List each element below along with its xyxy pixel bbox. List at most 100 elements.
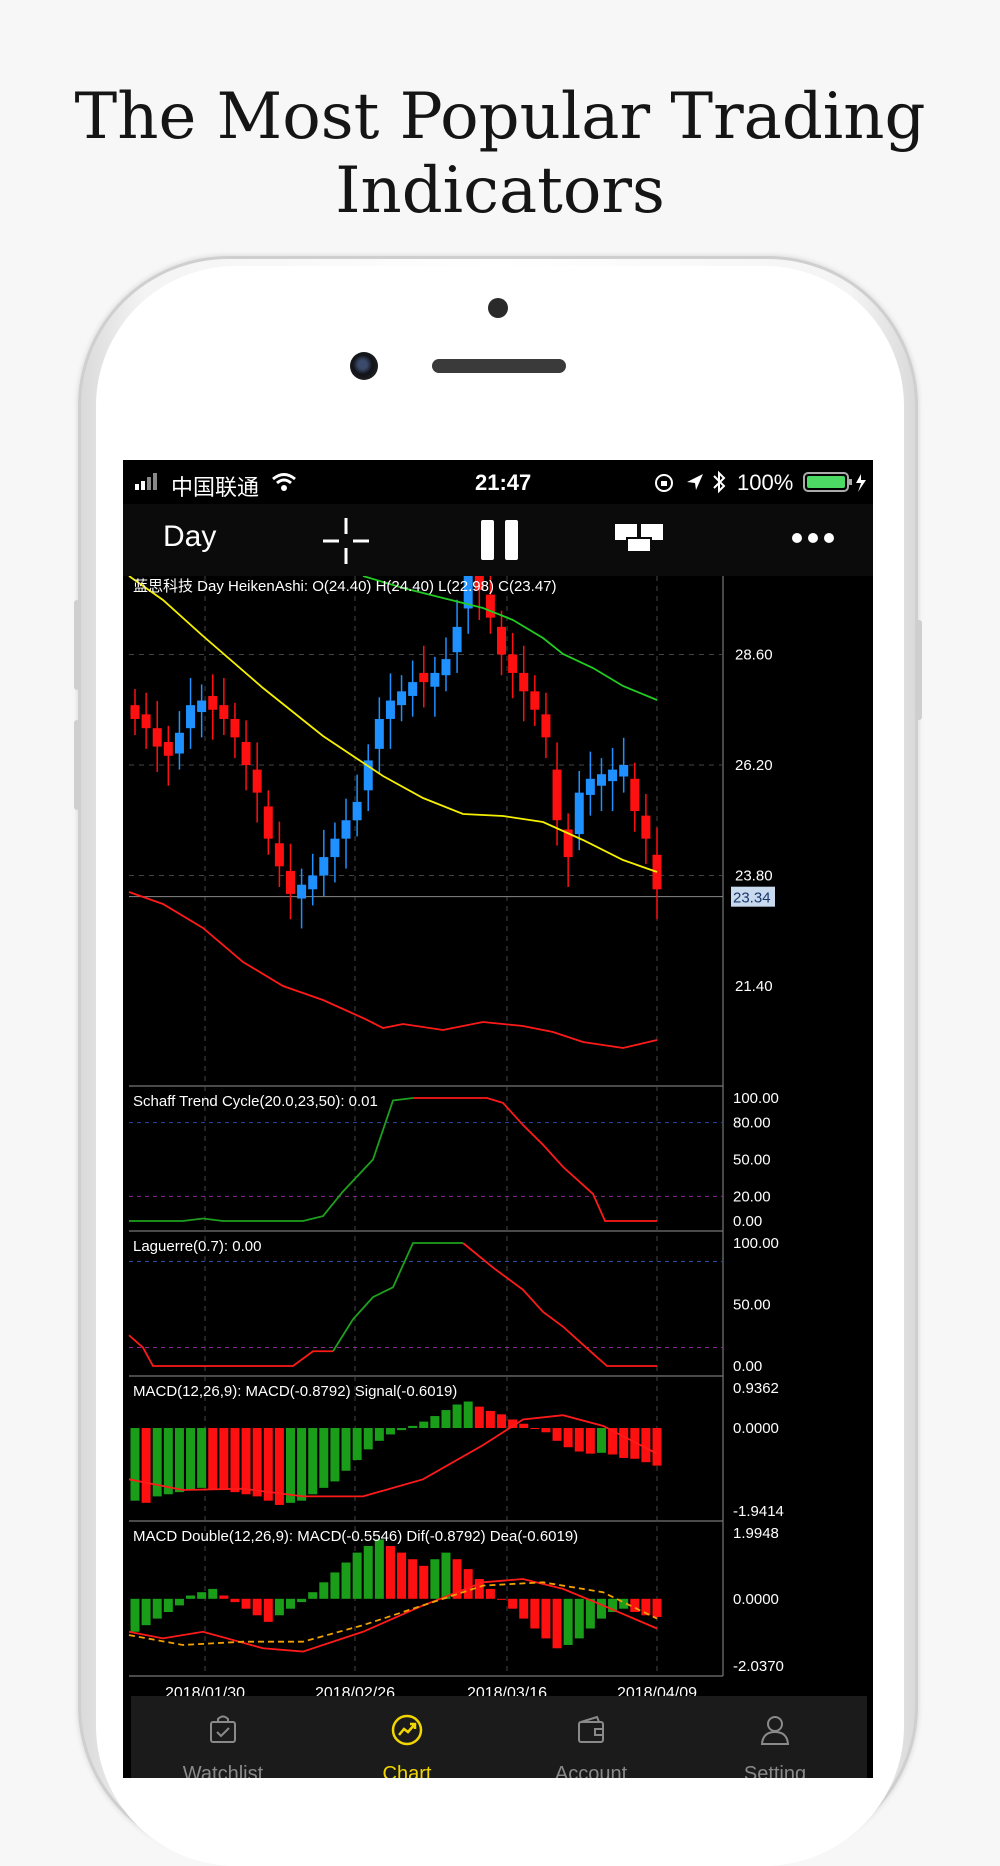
- x-axis-date-label: 2018/03/16: [467, 1685, 547, 1696]
- macd-double-bar: [174, 1598, 184, 1606]
- pause-icon[interactable]: [479, 518, 523, 562]
- candle-body: [219, 705, 229, 719]
- macd-double-bar: [441, 1552, 451, 1599]
- layout-icon[interactable]: [613, 520, 667, 556]
- candle-body: [186, 705, 196, 729]
- macd-bar: [541, 1428, 551, 1433]
- candle-body: [341, 820, 351, 839]
- candle-body: [252, 769, 262, 793]
- candle-body: [208, 695, 218, 710]
- stc-tick-label: 80.00: [733, 1115, 771, 1132]
- stc-line-falling: [413, 1097, 657, 1222]
- candle-body: [530, 691, 540, 710]
- candle-body: [441, 659, 451, 676]
- candle-body: [330, 838, 340, 858]
- headline: The Most Popular Trading Indicators: [0, 80, 1000, 228]
- rotation-lock-icon: [655, 474, 673, 492]
- macd-bar: [330, 1428, 340, 1482]
- macd-double-bar: [385, 1546, 395, 1599]
- laguerre-tick-label: 100.00: [733, 1235, 779, 1252]
- candle-body: [174, 732, 184, 754]
- current-price-label: 23.34: [733, 890, 771, 907]
- macd-bar: [308, 1428, 318, 1495]
- earpiece-speaker: [432, 359, 566, 373]
- macd-double-bar: [297, 1598, 307, 1603]
- headline-line2: Indicators: [335, 154, 665, 228]
- macd-double-bar: [497, 1598, 507, 1600]
- tab-chart[interactable]: Chart: [315, 1696, 499, 1778]
- macd-double-bar: [530, 1598, 540, 1629]
- macd-bar: [197, 1428, 207, 1488]
- candle-body: [263, 806, 273, 839]
- macd-bar: [408, 1425, 418, 1429]
- macd-double-bar: [463, 1569, 473, 1599]
- tab-account[interactable]: Account: [499, 1696, 683, 1778]
- crosshair-icon[interactable]: [321, 516, 371, 566]
- macd-double-bar: [352, 1552, 362, 1599]
- bluetooth-icon: [713, 470, 726, 494]
- wallet-icon: [578, 1715, 604, 1743]
- carrier-label: 中国联通: [171, 475, 260, 500]
- stc-tick-label: 0.00: [733, 1213, 762, 1230]
- x-axis-date-label: 2018/04/09: [617, 1685, 697, 1696]
- macd-double-bar: [163, 1598, 173, 1612]
- candle-body: [397, 691, 407, 706]
- macd-double-bar: [219, 1595, 229, 1599]
- main-chart-info: 蓝思科技 Day HeikenAshi: O(24.40) H(24.40) L…: [133, 578, 557, 595]
- period-button[interactable]: Day: [163, 520, 216, 554]
- macd-double-bar: [430, 1559, 440, 1599]
- macd-double-bar: [252, 1598, 262, 1616]
- more-icon[interactable]: [791, 528, 835, 548]
- candle-body: [630, 778, 640, 812]
- macd-bar: [497, 1414, 507, 1429]
- macd-double-bar: [330, 1572, 340, 1599]
- macd-bar: [230, 1428, 240, 1493]
- macd-bar: [574, 1428, 584, 1452]
- price-tick-label: 28.60: [735, 647, 773, 664]
- signal-icon: [135, 473, 157, 490]
- candle-body: [374, 718, 384, 749]
- macd-bar: [563, 1428, 573, 1448]
- macd-bar: [441, 1410, 451, 1429]
- macd-bar: [208, 1428, 218, 1489]
- candle-body: [552, 769, 562, 821]
- macd-double-bar: [341, 1562, 351, 1599]
- volume-up-button: [74, 600, 80, 690]
- stc-tick-label: 20.00: [733, 1188, 771, 1205]
- tab-label: Watchlist: [182, 1763, 264, 1778]
- macd-bar: [463, 1401, 473, 1429]
- macd-tick-label: 0.9362: [733, 1380, 779, 1397]
- laguerre-line-rising: [332, 1242, 463, 1352]
- laguerre-tick-label: 50.00: [733, 1297, 771, 1314]
- tab-label: Chart: [382, 1763, 432, 1778]
- macd-bar: [474, 1406, 484, 1429]
- macd-bar: [163, 1428, 173, 1495]
- tab-setting[interactable]: Setting: [683, 1696, 867, 1778]
- candle-body: [608, 769, 618, 782]
- tab-label: Account: [554, 1763, 628, 1778]
- x-axis-date-label: 2018/01/30: [165, 1685, 245, 1696]
- laguerre-label: Laguerre(0.7): 0.00: [133, 1238, 261, 1255]
- macd-tick-label: 0.0000: [733, 1420, 779, 1437]
- macd-bar: [585, 1428, 595, 1454]
- macd-double-bar: [208, 1588, 218, 1599]
- macd-bar: [385, 1428, 395, 1435]
- macd-bar: [596, 1428, 606, 1453]
- status-bar: 中国联通 21:47 100%: [123, 460, 873, 504]
- candle-body: [485, 594, 495, 618]
- macd-bar: [485, 1410, 495, 1429]
- macd-bar: [397, 1428, 407, 1431]
- chart-area[interactable]: 31.0028.6026.2023.8021.4023.34蓝思科技 Day H…: [123, 576, 873, 1696]
- macd-bar: [352, 1428, 362, 1461]
- macd-double-bar: [563, 1598, 573, 1645]
- macd-bar: [519, 1423, 529, 1429]
- candle-body: [585, 778, 595, 795]
- front-camera: [350, 352, 378, 380]
- headline-line1: The Most Popular Trading: [74, 80, 926, 154]
- macd-double-bar: [485, 1588, 495, 1599]
- candle-body: [319, 857, 329, 876]
- tab-watchlist[interactable]: Watchlist: [131, 1696, 315, 1778]
- macd-signal-line: [128, 1414, 658, 1498]
- bag-check-icon: [210, 1715, 236, 1743]
- macd-double-bar: [319, 1582, 329, 1599]
